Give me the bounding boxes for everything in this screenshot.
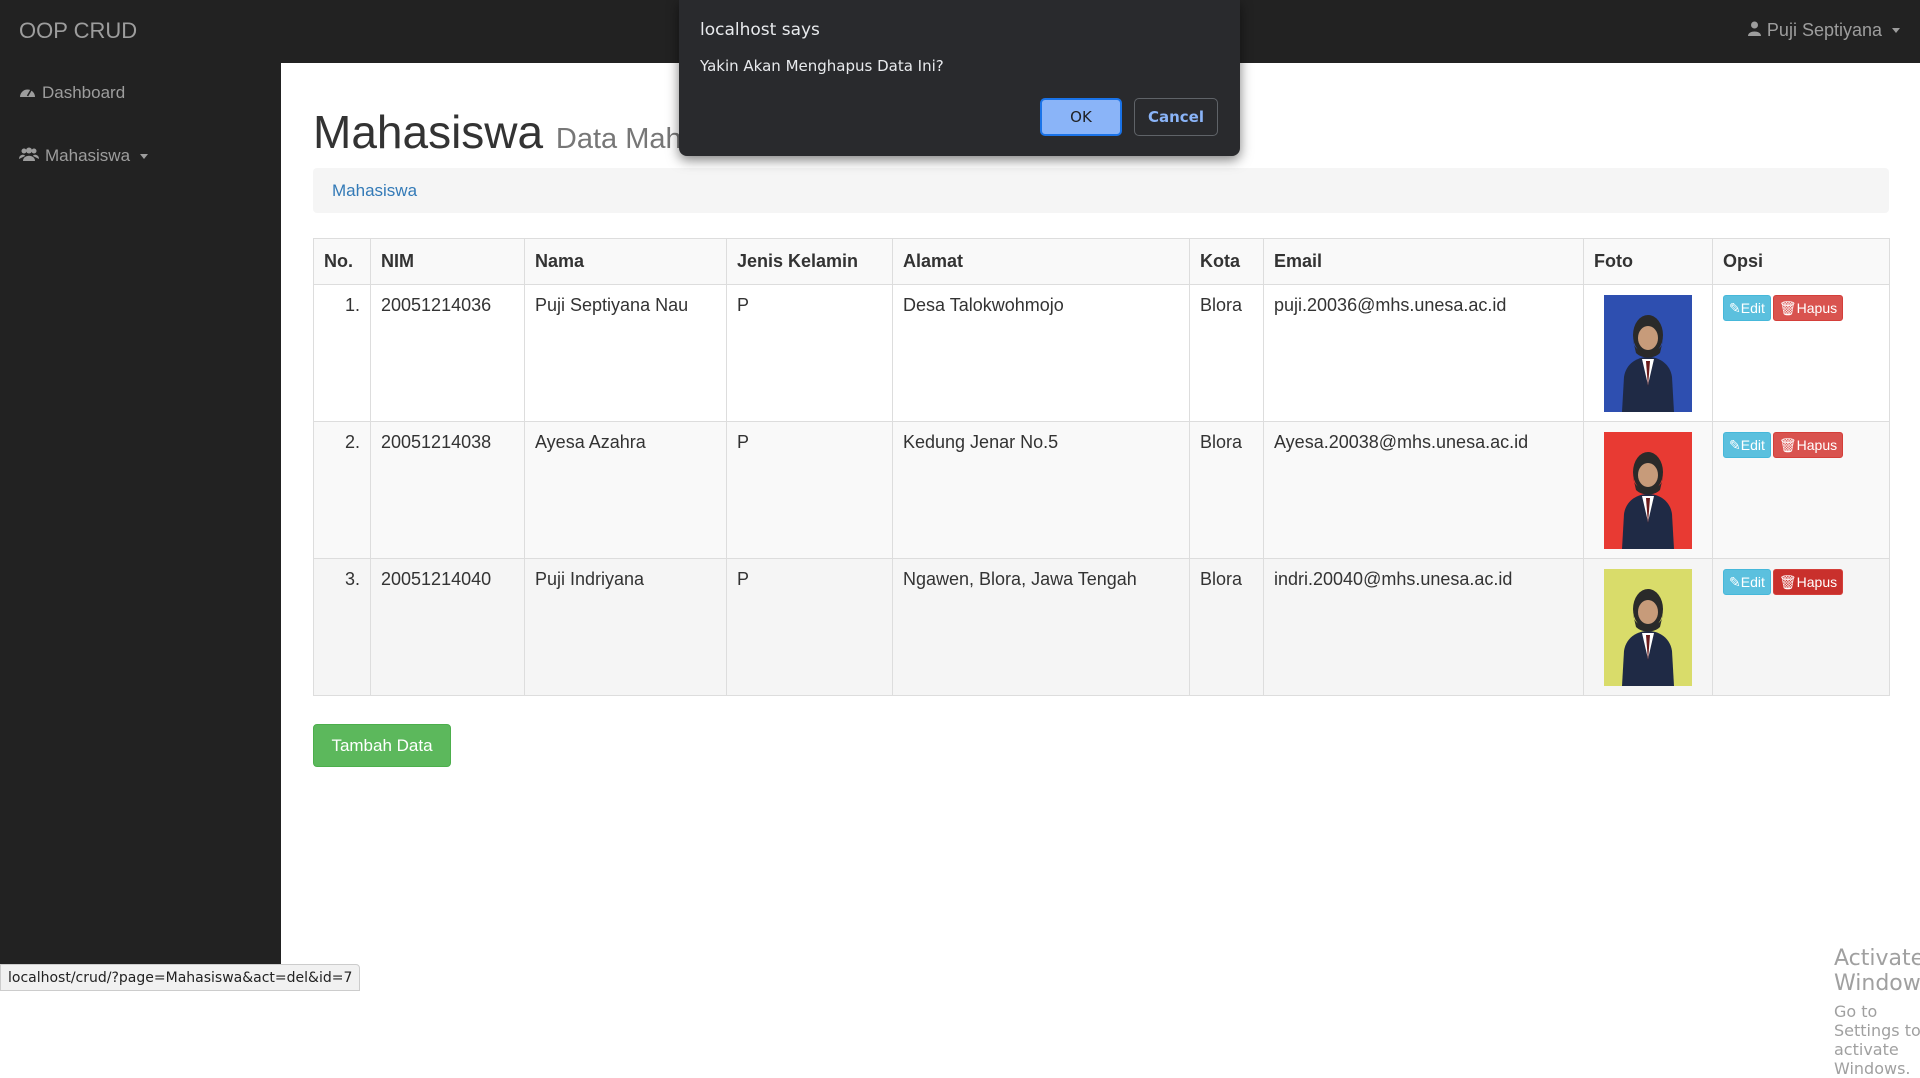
cell-opsi: ✎Edit 🗑Hapus [1712,421,1890,559]
table-row: 3. 20051214040 Puji Indriyana P Ngawen, … [313,558,1890,696]
user-menu[interactable]: Puji Septiyana [1747,20,1900,41]
cell-nama: Puji Indriyana [524,558,727,696]
cell-alamat: Kedung Jenar No.5 [892,421,1190,559]
column-header-kota: Kota [1189,238,1264,285]
status-bar-url: localhost/crud/?page=Mahasiswa&act=del&i… [0,964,361,991]
user-name: Puji Septiyana [1766,20,1882,40]
column-header-alamat: Alamat [892,238,1190,285]
column-header-nim: NIM [370,238,525,285]
cell-nim: 20051214036 [370,284,525,422]
cell-alamat: Ngawen, Blora, Jawa Tengah [892,558,1190,696]
cell-jenis-kelamin: P [726,558,893,696]
sidebar-item-label: Mahasiswa [45,146,131,165]
cell-nim: 20051214040 [370,558,525,696]
sidebar-item-dashboard[interactable]: Dashboard [19,83,125,103]
user-icon [1747,20,1761,41]
dashboard-icon [19,83,36,103]
brand-link[interactable]: OOP CRUD [19,18,137,44]
delete-button[interactable]: 🗑Hapus [1772,432,1844,458]
student-photo [1604,569,1692,686]
column-header-nama: Nama [524,238,727,285]
cancel-button[interactable]: Cancel [1134,98,1218,136]
cell-kota: Blora [1189,558,1264,696]
users-icon [19,146,39,166]
cell-foto [1583,421,1713,559]
ok-button[interactable]: OK [1040,98,1122,136]
delete-button[interactable]: 🗑Hapus [1772,295,1844,321]
table-row: 2. 20051214038 Ayesa Azahra P Kedung Jen… [313,421,1890,559]
column-header-foto: Foto [1583,238,1713,285]
cell-jenis-kelamin: P [726,421,893,559]
watermark-line2: Go to Settings to activate Windows. [1834,1002,1920,1078]
column-header-no: No. [313,238,371,285]
chevron-down-icon [1892,28,1900,33]
cell-email: puji.20036@mhs.unesa.ac.id [1263,284,1584,422]
cell-no: 1. [313,284,371,422]
table-header-row: No. NIM Nama Jenis Kelamin Alamat Kota E… [313,238,1890,285]
column-header-email: Email [1263,238,1584,285]
cell-email: Ayesa.20038@mhs.unesa.ac.id [1263,421,1584,559]
cell-kota: Blora [1189,284,1264,422]
delete-button-label: Hapus [1796,574,1838,590]
edit-button-label: Edit [1740,574,1765,590]
cell-alamat: Desa Talokwohmojo [892,284,1190,422]
cell-nama: Puji Septiyana Nau [524,284,727,422]
edit-button[interactable]: ✎Edit [1723,295,1771,321]
student-photo [1604,295,1692,412]
dialog-title: localhost says [700,20,820,40]
cell-foto [1583,284,1713,422]
cell-no: 3. [313,558,371,696]
sidebar-item-mahasiswa[interactable]: Mahasiswa [19,146,149,166]
column-header-jenis-kelamin: Jenis Kelamin [726,238,893,285]
activate-windows-watermark: Activate Windows Go to Settings to activ… [1834,946,1920,1078]
sidebar: Dashboard Mahasiswa [0,63,281,991]
cell-opsi: ✎Edit 🗑Hapus [1712,284,1890,422]
edit-button-label: Edit [1740,300,1765,316]
table-row: 1. 20051214036 Puji Septiyana Nau P Desa… [313,284,1890,422]
cell-no: 2. [313,421,371,559]
edit-button[interactable]: ✎Edit [1723,569,1771,595]
dialog-message: Yakin Akan Menghapus Data Ini? [700,57,944,75]
page-title-text: Mahasiswa [313,106,544,158]
watermark-line1: Activate Windows [1834,946,1920,996]
confirm-dialog: localhost says Yakin Akan Menghapus Data… [679,0,1240,156]
cell-jenis-kelamin: P [726,284,893,422]
add-data-button[interactable]: Tambah Data [313,724,451,767]
delete-button[interactable]: 🗑Hapus [1772,569,1844,595]
delete-button-label: Hapus [1796,437,1838,453]
cell-opsi: ✎Edit 🗑Hapus [1712,558,1890,696]
cell-kota: Blora [1189,421,1264,559]
column-header-opsi: Opsi [1712,238,1890,285]
cell-nama: Ayesa Azahra [524,421,727,559]
chevron-down-icon [140,153,149,159]
cell-nim: 20051214038 [370,421,525,559]
breadcrumb-item-mahasiswa[interactable]: Mahasiswa [332,181,417,201]
sidebar-item-label: Dashboard [42,83,126,102]
student-photo [1604,432,1692,549]
mahasiswa-table: No. NIM Nama Jenis Kelamin Alamat Kota E… [313,238,1890,696]
breadcrumb: Mahasiswa [313,168,1889,213]
cell-email: indri.20040@mhs.unesa.ac.id [1263,558,1584,696]
delete-button-label: Hapus [1796,300,1838,316]
edit-button[interactable]: ✎Edit [1723,432,1771,458]
cell-foto [1583,558,1713,696]
main-content: Mahasiswa Data Mahasiswa Mahasiswa No. N… [281,63,1920,1078]
edit-button-label: Edit [1740,437,1765,453]
